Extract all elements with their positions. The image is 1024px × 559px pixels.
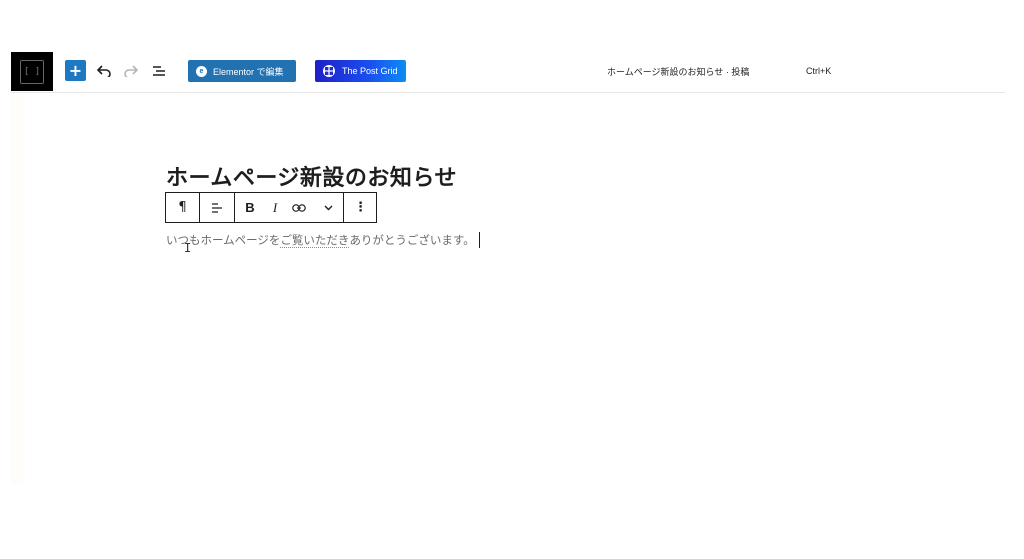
chevron-down-icon (324, 205, 332, 210)
paragraph-text-marked: ご覧いただき (280, 233, 350, 248)
block-type-group: ¶ (166, 193, 200, 222)
undo-icon (97, 64, 111, 77)
command-shortcut-hint: Ctrl+K (806, 66, 832, 76)
add-block-button[interactable]: + (65, 60, 86, 81)
paragraph-text-after: ありがとうございます。 (349, 233, 475, 247)
formatting-group: B I (235, 193, 344, 222)
the-post-grid-button[interactable]: The Post Grid (315, 60, 406, 82)
more-formatting-button[interactable] (313, 193, 343, 222)
paragraph-block[interactable]: いつもホームページをご覧いただきありがとうございます。 (166, 232, 480, 248)
vertical-ellipsis-icon: ⋮ (354, 200, 367, 215)
pilcrow-icon: ¶ (178, 200, 187, 215)
bold-button[interactable]: B (235, 193, 265, 222)
elementor-button-label: Elementor で編集 (213, 66, 284, 77)
list-view-button[interactable] (149, 60, 169, 81)
undo-button[interactable] (94, 60, 114, 81)
link-button[interactable] (285, 193, 313, 222)
paragraph-block-button[interactable]: ¶ (166, 193, 199, 222)
post-grid-icon (323, 65, 335, 77)
align-left-icon (212, 202, 222, 213)
post-title[interactable]: ホームページ新設のお知らせ (166, 160, 457, 192)
document-title-bar[interactable]: ホームページ新設のお知らせ · 投稿 (607, 65, 749, 78)
redo-button[interactable] (121, 60, 141, 81)
link-icon (292, 203, 306, 212)
options-group: ⋮ (344, 193, 377, 222)
block-options-button[interactable]: ⋮ (344, 193, 377, 222)
alignment-group (200, 193, 235, 222)
text-caret (478, 232, 480, 248)
italic-button[interactable]: I (265, 193, 285, 222)
list-view-icon (153, 65, 165, 76)
site-icon: [ ] (20, 59, 44, 84)
redo-icon (124, 64, 138, 77)
post-grid-button-label: The Post Grid (342, 66, 398, 76)
elementor-icon: e (196, 65, 207, 77)
editor-canvas (11, 92, 1005, 484)
block-toolbar: ¶ B I ⋮ (165, 192, 377, 223)
wordpress-logo-button[interactable]: [ ] (11, 52, 53, 91)
align-text-button[interactable] (200, 193, 234, 222)
editor-canvas-content (25, 93, 1005, 484)
mouse-ibeam-cursor-icon: I (184, 241, 192, 255)
edit-with-elementor-button[interactable]: e Elementor で編集 (188, 60, 296, 82)
